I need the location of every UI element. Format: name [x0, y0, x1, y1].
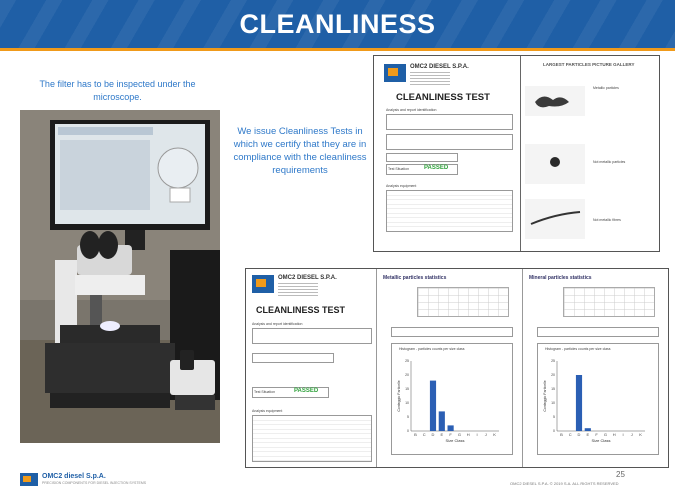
footer-tagline: PRECISION COMPONENTS FOR DIESEL INJECTIO… — [42, 481, 147, 485]
result-label: Test Situation — [388, 167, 410, 171]
section-analysis-equipment: Analysis equipment — [252, 409, 283, 413]
report-bottom-page-2: Metallic particles statistics Histogram … — [377, 269, 523, 467]
company-name: OMC2 DIESEL S.P.A. — [278, 275, 337, 281]
caption-certificates: We issue Cleanliness Tests in which we c… — [233, 126, 367, 176]
x-tick-label: F — [595, 432, 598, 437]
sample-sub-table — [386, 153, 458, 162]
x-tick-label: D — [578, 432, 581, 437]
y-tick-label: 20 — [405, 373, 409, 377]
x-tick-label: E — [586, 432, 589, 437]
x-tick-label: B — [414, 432, 417, 437]
y-tick-label: 15 — [405, 387, 409, 391]
histogram-bar — [429, 380, 437, 431]
report-page-1: OMC2 DIESEL S.P.A. CLEANLINESS TEST Anal… — [374, 56, 521, 251]
company-address-lines — [278, 283, 318, 297]
x-tick-label: G — [458, 432, 461, 437]
company-logo-icon — [252, 275, 274, 293]
particle-images — [525, 86, 585, 239]
x-tick-label: D — [432, 432, 435, 437]
x-tick-label: G — [604, 432, 607, 437]
x-tick-label: J — [485, 432, 487, 437]
footer-brand: OMC2 diesel S.p.A. — [42, 473, 106, 480]
metallic-chart-title: Histogram - particles counts per size cl… — [399, 347, 465, 351]
y-axis-label: Conteggio Particelle — [397, 380, 401, 411]
identification-table — [252, 328, 372, 344]
sample-table — [386, 134, 513, 150]
microscope-photo-illustration — [20, 110, 220, 443]
y-tick-label: 0 — [553, 429, 555, 433]
metallic-summary-box — [391, 327, 513, 337]
cleanliness-report-top: OMC2 DIESEL S.P.A. CLEANLINESS TEST Anal… — [373, 55, 660, 252]
y-tick-label: 5 — [407, 415, 409, 419]
result-passed: PASSED — [294, 388, 319, 394]
section-report-identification: Analysis and report identification — [386, 108, 437, 112]
company-logo-icon — [384, 64, 406, 82]
page-number: 25 — [616, 470, 625, 479]
x-tick-label: F — [449, 432, 452, 437]
section-report-identification: Analysis and report identification — [252, 322, 303, 326]
y-tick-label: 10 — [551, 401, 555, 405]
report-title: CLEANLINESS TEST — [256, 305, 346, 315]
histogram-bar — [447, 425, 454, 431]
result-passed: PASSED — [424, 165, 449, 171]
mineral-chart-title: Histogram - particles counts per size cl… — [545, 347, 611, 351]
x-tick-label: K — [493, 432, 496, 437]
cleanliness-report-bottom: OMC2 DIESEL S.P.A. CLEANLINESS TEST Anal… — [245, 268, 669, 468]
x-axis-label: Size Class — [592, 438, 611, 443]
report-bottom-page-1: OMC2 DIESEL S.P.A. CLEANLINESS TEST Anal… — [246, 269, 377, 467]
mineral-stats-title: Mineral particles statistics — [529, 275, 592, 281]
y-tick-label: 5 — [553, 415, 555, 419]
x-tick-label: I — [622, 432, 623, 437]
mineral-histogram: 0 5 10 15 20 25 B C D E F G H I J K Size Class Conteggio … — [543, 359, 645, 443]
caption-microscope: The filter has to be inspected under the… — [39, 79, 196, 102]
x-tick-label: H — [467, 432, 470, 437]
histogram-bar — [438, 411, 445, 431]
metallic-stats-title: Metallic particles statistics — [383, 275, 447, 281]
footer-copyright: OMC2 DIESEL S.P.A. © 2019 S.A. ALL RIGHT… — [510, 481, 619, 486]
particle-label-metallic: Metallic particles — [593, 86, 619, 90]
gallery-title: LARGEST PARTICLES PICTURE GALLERY — [543, 62, 635, 67]
equipment-table — [252, 415, 372, 462]
x-tick-label: B — [560, 432, 563, 437]
report-title: CLEANLINESS TEST — [396, 92, 490, 103]
histogram-bar — [584, 428, 591, 431]
y-axis-label: Conteggio Particelle — [543, 380, 547, 411]
equipment-table — [386, 190, 513, 232]
company-address-lines — [410, 72, 450, 86]
section-analysis-equipment: Analysis equipment — [386, 184, 417, 188]
particle-label-nonmetallic: Not metallic particles — [593, 160, 626, 164]
report-page-2: LARGEST PARTICLES PICTURE GALLERY Metall… — [521, 56, 659, 251]
accent-divider — [0, 48, 675, 51]
y-tick-label: 0 — [407, 429, 409, 433]
footer-logo-icon — [20, 473, 38, 486]
x-tick-label: C — [569, 432, 572, 437]
histogram-bar — [575, 375, 583, 431]
y-tick-label: 25 — [551, 359, 555, 363]
x-tick-label: E — [440, 432, 443, 437]
y-tick-label: 10 — [405, 401, 409, 405]
x-axis-label: Size Class — [446, 438, 465, 443]
slide-title: CLEANLINESS — [239, 9, 436, 39]
y-tick-label: 20 — [551, 373, 555, 377]
sample-table — [252, 353, 334, 363]
report-bottom-page-3: Mineral particles statistics Histogram -… — [523, 269, 668, 467]
x-tick-label: K — [639, 432, 642, 437]
identification-table — [386, 114, 513, 130]
mineral-summary-box — [537, 327, 659, 337]
x-tick-label: C — [423, 432, 426, 437]
y-tick-label: 25 — [405, 359, 409, 363]
x-tick-label: H — [613, 432, 616, 437]
mineral-stats-table — [563, 287, 655, 317]
y-tick-label: 15 — [551, 387, 555, 391]
x-tick-label: J — [631, 432, 633, 437]
metallic-histogram: 0 5 10 15 20 25 B C D E F G H I J K Size Class Conteggio … — [397, 359, 499, 443]
metallic-stats-table — [417, 287, 509, 317]
company-name: OMC2 DIESEL S.P.A. — [410, 64, 469, 70]
x-tick-label: I — [476, 432, 477, 437]
result-label: Test Situation — [254, 390, 276, 394]
microscope-photo — [20, 110, 220, 443]
particle-label-fibres: Not metallic fibres — [593, 218, 621, 222]
